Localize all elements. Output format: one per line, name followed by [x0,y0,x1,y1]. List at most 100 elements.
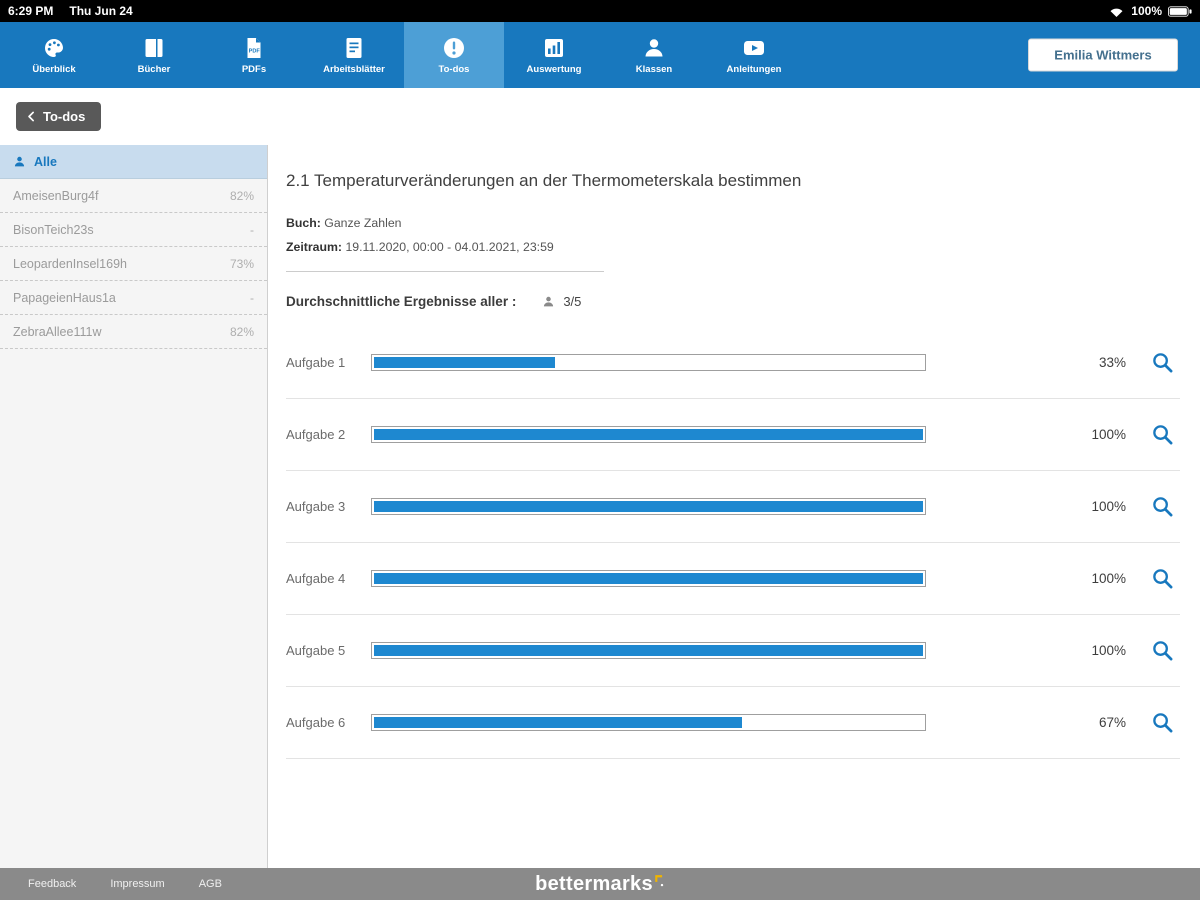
task-list: Aufgabe 133%Aufgabe 2100%Aufgabe 3100%Au… [286,327,1180,759]
task-progress-fill [374,573,923,584]
sidebar-item-label: Alle [34,155,254,169]
person-icon [542,295,555,308]
task-row-aufgabe-5: Aufgabe 5100% [286,615,1180,687]
task-progress-bar [371,714,926,731]
task-progress-fill [374,429,923,440]
task-progress-bar [371,354,926,371]
status-date: Thu Jun 24 [69,4,132,18]
sidebar-item-zebraallee111w[interactable]: ZebraAllee111w82% [0,315,267,349]
task-progress-fill [374,501,923,512]
average-results-label: Durchschnittliche Ergebnisse aller : [286,294,516,309]
todo-icon [442,36,466,60]
nav-tab-arbeitsblatter[interactable]: Arbeitsblätter [304,22,404,88]
magnifier-icon [1151,639,1174,662]
class-name: ZebraAllee111w [13,325,230,339]
nav-tab-label: Klassen [636,64,672,75]
nav-tab-auswertung[interactable]: Auswertung [504,22,604,88]
meta-block: Buch: Ganze Zahlen Zeitraum: 19.11.2020,… [286,211,1180,259]
nav-tab-to-dos[interactable]: To-dos [404,22,504,88]
footer-link-impressum[interactable]: Impressum [110,878,164,890]
task-label: Aufgabe 2 [286,427,371,442]
task-label: Aufgabe 5 [286,643,371,658]
nav-tab-label: Auswertung [527,64,582,75]
nav-tab-uberblick[interactable]: Überblick [4,22,104,88]
task-detail-button[interactable] [1144,423,1174,446]
book-label: Buch: [286,216,321,230]
worksheet-icon [342,36,366,60]
back-button[interactable]: To-dos [16,102,101,131]
task-progress-bar [371,426,926,443]
task-label: Aufgabe 4 [286,571,371,586]
period-line: Zeitraum: 19.11.2020, 00:00 - 04.01.2021… [286,235,1180,259]
class-percent: 73% [230,257,254,271]
sidebar-item-leopardeninsel169h[interactable]: LeopardenInsel169h73% [0,247,267,281]
task-row-aufgabe-4: Aufgabe 4100% [286,543,1180,615]
period-value: 19.11.2020, 00:00 - 04.01.2021, 23:59 [345,240,553,254]
class-percent: 82% [230,189,254,203]
task-progress-fill [374,357,555,368]
average-count: 3/5 [563,294,581,309]
nav-tab-label: Anleitungen [727,64,782,75]
svg-text:PDF: PDF [249,48,261,54]
sidebar-item-bisonteich23s[interactable]: BisonTeich23s- [0,213,267,247]
period-label: Zeitraum: [286,240,342,254]
nav-tab-bucher[interactable]: Bücher [104,22,204,88]
person-icon [13,155,26,168]
task-label: Aufgabe 1 [286,355,371,370]
nav-tab-pdfs[interactable]: PDF PDFs [204,22,304,88]
brand-name: bettermarks [535,874,653,894]
footer-link-feedback[interactable]: Feedback [28,878,76,890]
chevron-left-icon [25,110,38,123]
book-value: Ganze Zahlen [324,216,401,230]
task-percent: 33% [1066,355,1126,370]
footer: Feedback Impressum AGB bettermarks [0,868,1200,900]
task-detail-button[interactable] [1144,567,1174,590]
nav-tab-label: Arbeitsblätter [323,64,385,75]
average-results-line: Durchschnittliche Ergebnisse aller : 3/5 [286,294,1180,309]
sidebar-item-ameisenburg4f[interactable]: AmeisenBurg4f82% [0,179,267,213]
nav-tab-label: PDFs [242,64,266,75]
task-detail-button[interactable] [1144,351,1174,374]
status-time: 6:29 PM [8,4,53,18]
magnifier-icon [1151,423,1174,446]
user-button[interactable]: Emilia Wittmers [1028,39,1178,72]
class-percent: 82% [230,325,254,339]
task-detail-button[interactable] [1144,711,1174,734]
nav-tab-klassen[interactable]: Klassen [604,22,704,88]
content: Alle AmeisenBurg4f82%BisonTeich23s-Leopa… [0,145,1200,868]
task-label: Aufgabe 6 [286,715,371,730]
brand-mark-icon [655,871,665,891]
nav-tab-label: Überblick [32,64,75,75]
main-panel: 2.1 Temperaturveränderungen an der Therm… [268,145,1200,868]
app-screen: 6:29 PM Thu Jun 24 100% Überblick Bücher P… [0,0,1200,900]
task-percent: 67% [1066,715,1126,730]
task-progress-bar [371,570,926,587]
brand-logo: bettermarks [535,874,665,894]
sidebar: Alle AmeisenBurg4f82%BisonTeich23s-Leopa… [0,145,268,868]
status-bar: 6:29 PM Thu Jun 24 100% [0,0,1200,22]
class-name: AmeisenBurg4f [13,189,230,203]
sidebar-item-alle[interactable]: Alle [0,145,267,179]
task-progress-bar [371,498,926,515]
task-detail-button[interactable] [1144,495,1174,518]
person-icon [642,36,666,60]
page-title: 2.1 Temperaturveränderungen an der Therm… [286,171,1180,191]
task-detail-button[interactable] [1144,639,1174,662]
task-label: Aufgabe 3 [286,499,371,514]
nav-tab-label: Bücher [138,64,171,75]
nav-tab-anleitungen[interactable]: Anleitungen [704,22,804,88]
sidebar-item-papageienhaus1a[interactable]: PapageienHaus1a- [0,281,267,315]
magnifier-icon [1151,711,1174,734]
video-icon [742,36,766,60]
task-row-aufgabe-1: Aufgabe 1 33% [286,327,1180,399]
nav-tabs: Überblick Bücher PDF PDFs Arbeitsblätter To-d… [4,22,804,88]
pdf-icon: PDF [242,36,266,60]
books-icon [142,36,166,60]
status-right: 100% [1108,4,1192,18]
footer-link-agb[interactable]: AGB [199,878,222,890]
footer-links: Feedback Impressum AGB [28,878,222,890]
nav-tab-label: To-dos [439,64,470,75]
sidebar-list: AmeisenBurg4f82%BisonTeich23s-LeopardenI… [0,179,267,349]
battery-icon [1168,6,1192,17]
battery-percent: 100% [1131,4,1162,18]
